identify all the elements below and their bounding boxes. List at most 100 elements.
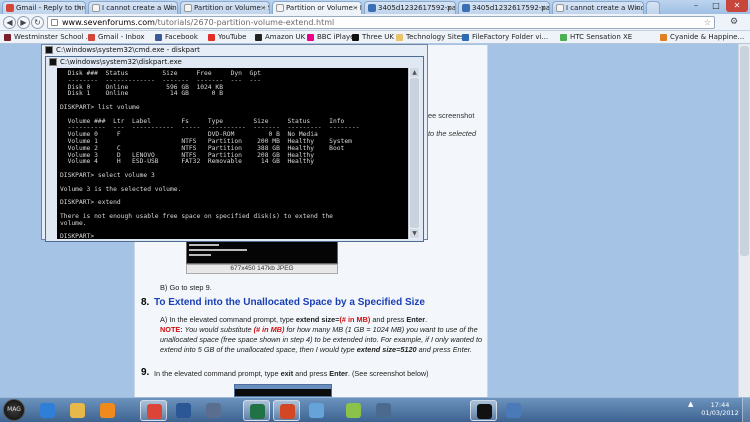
- url-domain: www.sevenforums.com: [62, 18, 155, 27]
- gmail-icon: [6, 4, 14, 12]
- sevenforums-icon: [92, 4, 100, 12]
- screenshot-thumbnail[interactable]: [234, 384, 332, 397]
- clock[interactable]: 17:44 01/03/2012: [700, 401, 740, 417]
- bookmark-label: Gmail - Inbox: [98, 33, 145, 41]
- image-icon: [462, 4, 470, 12]
- taskbar-item[interactable]: [170, 400, 197, 421]
- step-b-text: B) Go to step 9.: [160, 283, 212, 292]
- window-title: C:\windows\system32\cmd.exe - diskpart: [56, 46, 200, 54]
- key-name: Enter: [329, 369, 348, 378]
- command: exit: [280, 369, 294, 378]
- text: In the elevated command prompt, type: [154, 369, 281, 378]
- tab-sevenforums-2[interactable]: Partition or Volume - Si ×: [180, 1, 270, 14]
- bookmark-item[interactable]: YouTube: [208, 31, 246, 43]
- text: A) In the elevated command prompt, type: [160, 315, 296, 324]
- bookmark-item[interactable]: FileFactory Folder vi...: [462, 31, 548, 43]
- tab-sevenforums-1[interactable]: I cannot create a Windo ×: [88, 1, 178, 14]
- gmail-icon: [88, 34, 95, 41]
- text: and press Enter.: [416, 345, 472, 354]
- tab-label: Partition or Volume - Si: [194, 4, 270, 12]
- reload-button[interactable]: ↻: [31, 16, 44, 29]
- close-window-button[interactable]: ✕: [726, 0, 748, 12]
- close-icon[interactable]: ×: [168, 2, 174, 14]
- back-button[interactable]: ◀: [3, 16, 16, 29]
- bookmark-item[interactable]: Westminster School ...: [4, 31, 92, 43]
- minimize-button[interactable]: –: [686, 0, 706, 12]
- address-bar[interactable]: www.sevenforums.com/tutorials/2670-parti…: [47, 16, 715, 29]
- media-player-icon: [100, 403, 115, 418]
- star-icon[interactable]: ☆: [704, 17, 711, 28]
- thumbnail-caption: 677x450 147kb JPEG: [186, 264, 338, 274]
- console-window-front[interactable]: C:\windows\system32\diskpart.exe Disk ##…: [45, 56, 424, 242]
- scroll-down-icon[interactable]: ▼: [410, 229, 419, 238]
- close-icon[interactable]: ×: [352, 2, 358, 14]
- tab-label: Partition or Volume - E: [286, 4, 362, 12]
- param: (# in MB): [253, 325, 285, 334]
- bbc-iplayer-icon: [307, 34, 314, 41]
- bookmark-item[interactable]: HTC Sensation XE: [560, 31, 632, 43]
- taskbar-item[interactable]: [303, 400, 330, 421]
- taskbar-item[interactable]: [243, 400, 270, 421]
- taskbar-item[interactable]: [200, 400, 227, 421]
- tray-arrow-icon[interactable]: ▲: [688, 400, 698, 410]
- wrench-icon[interactable]: ⚙: [724, 16, 744, 29]
- amazon-icon: [255, 34, 262, 41]
- maximize-button[interactable]: □: [706, 0, 726, 12]
- scrollbar-thumb[interactable]: [740, 46, 749, 256]
- command: extend size=5120: [356, 345, 417, 354]
- taskbar-item[interactable]: [340, 400, 367, 421]
- tab-sevenforums-3[interactable]: I cannot create a Windo ×: [552, 1, 644, 14]
- htc-icon: [560, 34, 567, 41]
- taskbar-item[interactable]: [470, 400, 497, 421]
- bookmark-item[interactable]: Amazon UK: [255, 31, 305, 43]
- bookmark-item[interactable]: Cyanide & Happine...: [660, 31, 744, 43]
- step-number: 8.: [141, 297, 150, 308]
- taskbar-item[interactable]: [500, 400, 527, 421]
- bookmark-item[interactable]: Facebook: [155, 31, 198, 43]
- thumbnail-line: [189, 254, 211, 256]
- bookmark-item[interactable]: Three UK: [352, 31, 394, 43]
- bookmark-item[interactable]: Gmail - Inbox: [88, 31, 145, 43]
- show-desktop-button[interactable]: [742, 398, 750, 422]
- close-icon[interactable]: ×: [76, 2, 82, 14]
- bookmark-label: HTC Sensation XE: [570, 33, 633, 41]
- facebook-icon: [155, 34, 162, 41]
- close-icon[interactable]: ×: [260, 2, 266, 14]
- console-scroll-thumb[interactable]: [410, 78, 419, 228]
- tab-active[interactable]: Partition or Volume - E ×: [272, 1, 362, 14]
- close-icon[interactable]: ×: [540, 2, 546, 14]
- side-note: ee screenshot: [428, 111, 475, 120]
- taskbar-item[interactable]: [140, 400, 167, 421]
- bookmark-label: Westminster School ...: [14, 33, 93, 41]
- scroll-up-icon[interactable]: ▲: [410, 68, 419, 77]
- close-icon[interactable]: ×: [446, 2, 452, 14]
- close-icon[interactable]: ×: [634, 2, 640, 14]
- window-title: C:\windows\system32\diskpart.exe: [60, 58, 182, 66]
- three-icon: [352, 34, 359, 41]
- new-tab-button[interactable]: [646, 1, 660, 14]
- taskbar-item[interactable]: [64, 400, 91, 421]
- tab-image-2[interactable]: 3405d1232617592-parti ×: [458, 1, 550, 14]
- screenshot-thumbnail[interactable]: [186, 240, 338, 264]
- step-8-note: NOTE: You would substitute (# in MB) for…: [160, 325, 490, 355]
- excel-icon: [250, 404, 265, 419]
- tab-gmail[interactable]: Gmail - Reply to thread×: [2, 1, 86, 14]
- start-button[interactable]: MAG: [3, 399, 25, 421]
- powerpoint-icon: [280, 404, 295, 419]
- bookmark-item[interactable]: BBC iPlayer: [307, 31, 357, 43]
- taskbar-item[interactable]: [273, 400, 300, 421]
- console-scrollbar[interactable]: ▲ ▼: [408, 68, 420, 239]
- sevenforums-icon: [184, 4, 192, 12]
- tab-label: 3405d1232617592-parti: [472, 4, 550, 12]
- sevenforums-icon: [556, 4, 564, 12]
- filefactory-icon: [462, 34, 469, 41]
- bookmark-folder[interactable]: Technology Sites: [396, 31, 465, 43]
- step-heading: To Extend into the Unallocated Space by …: [154, 297, 425, 308]
- forward-button[interactable]: ▶: [17, 16, 30, 29]
- console-output[interactable]: Disk ### Status Size Free Dyn Gpt ------…: [57, 68, 408, 240]
- taskbar-item[interactable]: [94, 400, 121, 421]
- tab-image-1[interactable]: 3405d1232617592-parti ×: [364, 1, 456, 14]
- param: (# in MB): [339, 315, 371, 324]
- taskbar-item[interactable]: [370, 400, 397, 421]
- taskbar-item[interactable]: [34, 400, 61, 421]
